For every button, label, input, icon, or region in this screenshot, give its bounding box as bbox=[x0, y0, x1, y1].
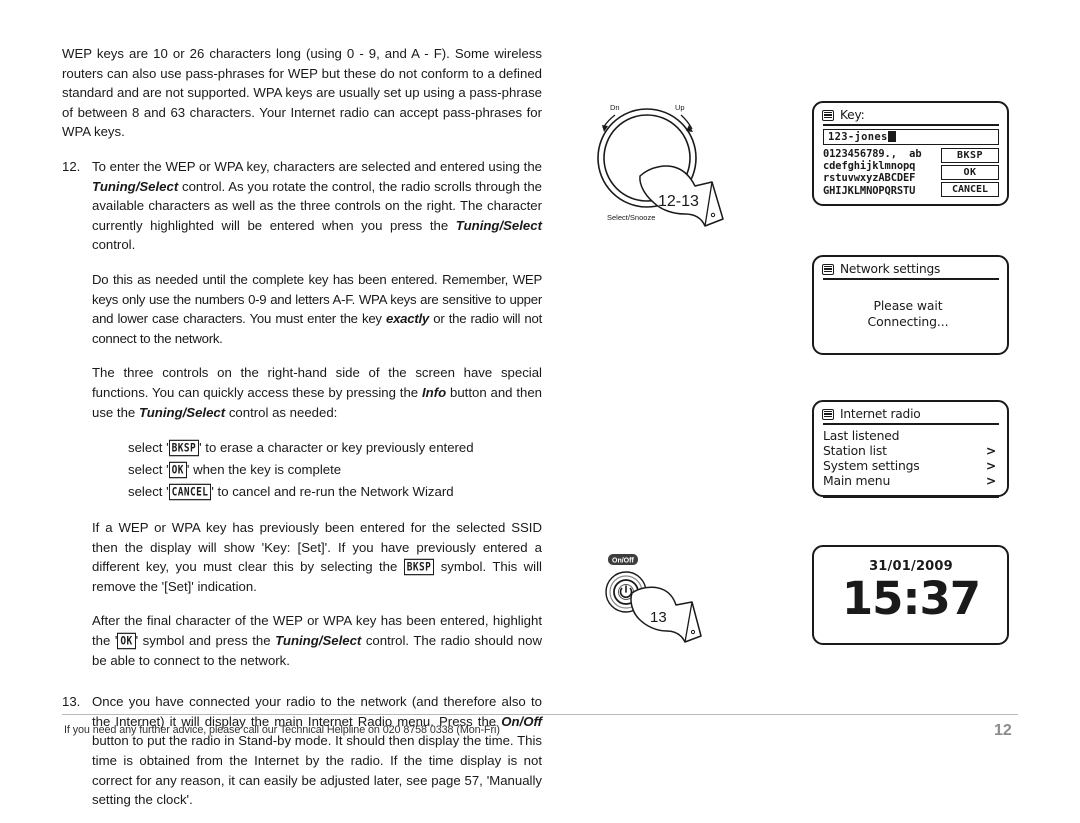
bullet-bksp-post: ' to erase a character or key previously… bbox=[199, 440, 474, 456]
bullet-ok: select ' OK ' when the key is complete bbox=[128, 459, 542, 481]
menu-item-station-list[interactable]: Station list > bbox=[823, 443, 999, 458]
text-cursor-icon bbox=[887, 131, 896, 143]
step-12c-paragraph: The three controls on the right-hand sid… bbox=[92, 363, 542, 422]
bullet-ok-post: ' when the key is complete bbox=[186, 462, 342, 478]
network-status-line2: Connecting... bbox=[867, 313, 949, 329]
footer-divider bbox=[62, 714, 1018, 715]
menu-icon bbox=[822, 109, 834, 121]
bullet-cancel: select ' CANCEL ' to cancel and re-run the… bbox=[128, 481, 542, 503]
menu-item-main-menu[interactable]: Main menu > bbox=[823, 473, 999, 488]
radio-panel-title-row: Internet radio bbox=[822, 407, 1000, 423]
charset-row-4[interactable]: GHIJKLMNOPQRSTU bbox=[823, 185, 938, 197]
bullet-cancel-pre: select ' bbox=[128, 484, 169, 500]
step-12c-text3: control as needed: bbox=[225, 404, 338, 420]
lcd-panel-standby-clock: 31/01/2009 15:37 bbox=[812, 545, 1009, 645]
softkey-bullet-list: select ' BKSP ' to erase a character or ke… bbox=[62, 437, 542, 503]
ok-keycap-icon: OK bbox=[168, 461, 187, 479]
step-12b-paragraph: Do this as needed until the complete key… bbox=[92, 270, 542, 348]
bksp-keycap-icon: BKSP bbox=[168, 439, 200, 457]
step-12: 12. To enter the WEP or WPA key, charact… bbox=[62, 157, 542, 255]
network-panel-title-rule bbox=[823, 278, 999, 280]
power-step-marker: 13 bbox=[650, 609, 667, 626]
lcd-panel-network-settings: Network settings Please wait Connecting.… bbox=[812, 255, 1009, 355]
chevron-right-icon: > bbox=[985, 458, 996, 474]
chevron-right-icon: > bbox=[985, 442, 996, 458]
ok-keycap-inline-icon: OK bbox=[117, 632, 136, 650]
menu-item-label: Main menu bbox=[823, 473, 891, 489]
menu-item-last-listened[interactable]: Last listened bbox=[823, 428, 999, 443]
step-12-subparagraph-c: The three controls on the right-hand sid… bbox=[62, 363, 542, 422]
bksp-button[interactable]: BKSP bbox=[941, 147, 999, 163]
step-12a-bold2: Tuning/Select bbox=[455, 217, 542, 233]
footer-helpline-note: If you need any further advice, please c… bbox=[64, 724, 500, 736]
step-12e-bold: Tuning/Select bbox=[275, 633, 362, 649]
menu-item-label: System settings bbox=[823, 458, 920, 474]
radio-panel-title: Internet radio bbox=[840, 407, 921, 421]
step-12-paragraph-a: To enter the WEP or WPA key, characters … bbox=[92, 157, 542, 255]
charset-row-3[interactable]: rstuvwxyzABCDEF bbox=[823, 172, 938, 184]
step-13-text2: button to put the radio in Stand-by mode… bbox=[92, 733, 542, 808]
radio-panel-bottom-rule bbox=[823, 496, 999, 499]
key-panel-title: Key: bbox=[840, 108, 865, 122]
intro-paragraph: WEP keys are 10 or 26 characters long (u… bbox=[62, 46, 542, 140]
step-12a-text1: To enter the WEP or WPA key, characters … bbox=[92, 158, 542, 174]
ok-button[interactable]: OK bbox=[941, 164, 999, 180]
step-12c-bold-tuning: Tuning/Select bbox=[138, 404, 226, 420]
step-12-number: 12. bbox=[62, 158, 81, 174]
bullet-cancel-post: ' to cancel and re-run the Network Wizar… bbox=[211, 484, 454, 500]
step-12b-bold: exactly bbox=[386, 311, 429, 327]
bullet-bksp: select ' BKSP ' to erase a character or ke… bbox=[128, 437, 542, 459]
step-12e-text2: ' symbol and press the bbox=[135, 633, 276, 649]
key-input-value: 123-jones bbox=[828, 130, 888, 143]
instruction-text-column: WEP keys are 10 or 26 characters long (u… bbox=[62, 44, 542, 823]
menu-icon bbox=[822, 408, 834, 420]
step-12e-paragraph: After the final character of the WEP or … bbox=[92, 611, 542, 670]
step-12-subparagraph-e: After the final character of the WEP or … bbox=[62, 611, 542, 670]
lcd-panel-internet-radio-menu: Internet radio Last listened Station lis… bbox=[812, 400, 1009, 499]
tuning-dial-diagram: Dn Up Select/Snooze 12-13 bbox=[585, 88, 740, 243]
dial-label-select: Select/Snooze bbox=[607, 213, 655, 222]
standby-time: 15:37 bbox=[841, 572, 981, 625]
charset-row-2[interactable]: cdefghijklmnopq bbox=[823, 160, 938, 172]
radio-menu-list: Last listened Station list > System sett… bbox=[823, 428, 999, 489]
step-12-subparagraph-d: If a WEP or WPA key has previously been … bbox=[62, 518, 542, 596]
network-panel-title: Network settings bbox=[840, 262, 941, 276]
step-13-paragraph: Once you have connected your radio to th… bbox=[92, 692, 542, 810]
dial-label-up: Up bbox=[675, 103, 685, 112]
menu-icon bbox=[822, 263, 834, 275]
dial-step-marker: 12-13 bbox=[658, 193, 699, 210]
step-12a-bold1: Tuning/Select bbox=[92, 178, 179, 194]
menu-item-label: Last listened bbox=[823, 427, 900, 443]
page-number: 12 bbox=[994, 722, 1012, 739]
key-panel-title-rule bbox=[823, 124, 999, 126]
bullet-ok-pre: select ' bbox=[128, 462, 169, 478]
step-13: 13. Once you have connected your radio t… bbox=[62, 692, 542, 810]
network-status-message: Please wait Connecting... bbox=[822, 298, 1000, 330]
character-set-grid[interactable]: 0123456789., ab cdefghijklmnopq rstuvwxy… bbox=[823, 148, 938, 198]
lcd-panel-key-entry: Key: 123-jones 0123456789., ab cdefghijk… bbox=[812, 101, 1009, 206]
step-12d-paragraph: If a WEP or WPA key has previously been … bbox=[92, 518, 542, 596]
step-12a-text3: control. bbox=[92, 237, 136, 253]
power-label: On/Off bbox=[612, 558, 634, 565]
power-button-diagram: On/Off 13 bbox=[600, 552, 730, 657]
cancel-button[interactable]: CANCEL bbox=[941, 181, 999, 197]
step-12-subparagraph-b: Do this as needed until the complete key… bbox=[62, 270, 542, 348]
softkey-column: BKSP OK CANCEL bbox=[941, 147, 999, 198]
bksp-keycap-inline-icon: BKSP bbox=[403, 559, 435, 576]
dial-label-down: Dn bbox=[610, 103, 620, 112]
menu-item-label: Station list bbox=[823, 442, 887, 458]
menu-item-system-settings[interactable]: System settings > bbox=[823, 458, 999, 473]
cancel-keycap-icon: CANCEL bbox=[168, 483, 212, 501]
step-13-bold-onoff: On/Off bbox=[501, 713, 542, 729]
network-status-line1: Please wait bbox=[873, 297, 943, 313]
charset-row-1[interactable]: 0123456789., ab bbox=[823, 148, 938, 160]
step-13-number: 13. bbox=[62, 694, 81, 710]
step-12c-bold-info: Info bbox=[421, 384, 447, 400]
radio-panel-title-rule bbox=[823, 423, 999, 425]
key-panel-title-row: Key: bbox=[822, 108, 1000, 124]
bullet-bksp-pre: select ' bbox=[128, 440, 169, 456]
chevron-right-icon: > bbox=[985, 473, 996, 489]
key-input-field[interactable]: 123-jones bbox=[823, 128, 999, 145]
network-panel-title-row: Network settings bbox=[822, 262, 1000, 278]
